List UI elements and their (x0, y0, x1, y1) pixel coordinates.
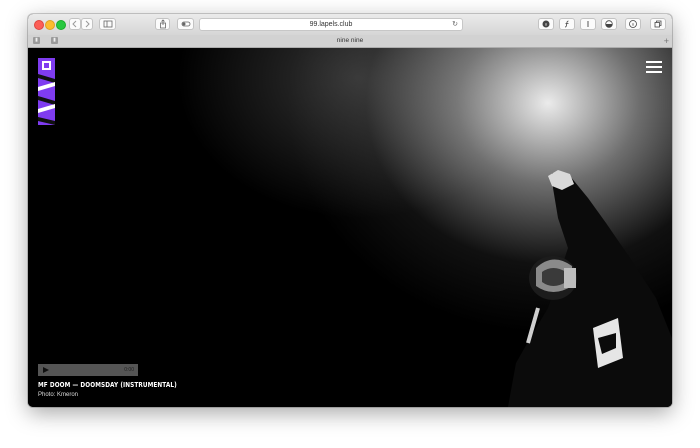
reload-icon[interactable]: ↻ (452, 19, 458, 30)
sidebar-icon (103, 20, 112, 28)
menu-line (646, 71, 662, 73)
tabs-icon (654, 20, 662, 28)
info-icon (629, 20, 637, 28)
play-icon[interactable] (43, 367, 49, 373)
browser-window: 99.lapels.club ↻ ▮ ▮ nine nine + 0:00 MF… (28, 14, 672, 407)
photo-credit: Photo: Kmeron (38, 392, 79, 398)
page-content: 0:00 MF DOOM — DOOMSDAY (INSTRUMENTAL) P… (28, 48, 672, 407)
forward-button[interactable] (81, 18, 93, 30)
track-title: MF DOOM — DOOMSDAY (INSTRUMENTAL) (38, 381, 177, 389)
chevron-left-icon (72, 20, 77, 28)
tabs-overview-button[interactable] (650, 18, 666, 30)
nine-nine-logo-icon (38, 61, 55, 125)
url-text: 99.lapels.club (309, 21, 353, 28)
menu-line (646, 66, 662, 68)
minimize-window-button[interactable] (45, 20, 55, 30)
address-bar[interactable]: 99.lapels.club ↻ (199, 18, 463, 31)
cursor-extension-button[interactable] (580, 18, 596, 30)
toggle-icon (181, 21, 190, 27)
reader-toggle-button[interactable] (177, 18, 194, 30)
chevron-right-icon (85, 20, 90, 28)
half-circle-icon (605, 20, 613, 28)
extension-info-button[interactable] (538, 18, 554, 30)
close-window-button[interactable] (34, 20, 44, 30)
site-logo[interactable] (38, 58, 55, 125)
info-circle-icon (542, 20, 550, 28)
maximize-window-button[interactable] (56, 20, 66, 30)
tab-title[interactable]: nine nine (28, 35, 672, 47)
tab-bar: ▮ ▮ nine nine + (28, 35, 672, 48)
performer-photo (508, 170, 672, 407)
new-tab-button[interactable]: + (664, 35, 669, 47)
back-button[interactable] (69, 18, 81, 30)
function-icon (564, 20, 569, 28)
menu-line (646, 61, 662, 63)
audio-player[interactable]: 0:00 (38, 364, 138, 376)
share-button[interactable] (155, 18, 170, 30)
browser-toolbar: 99.lapels.club ↻ (28, 14, 672, 36)
text-cursor-icon (587, 21, 589, 27)
share-icon (159, 19, 166, 29)
menu-button[interactable] (646, 61, 662, 73)
script-extension-button[interactable] (559, 18, 575, 30)
sidebar-button[interactable] (99, 18, 116, 30)
player-time: 0:00 (124, 367, 134, 373)
page-info-button[interactable] (625, 18, 641, 30)
theme-extension-button[interactable] (601, 18, 617, 30)
